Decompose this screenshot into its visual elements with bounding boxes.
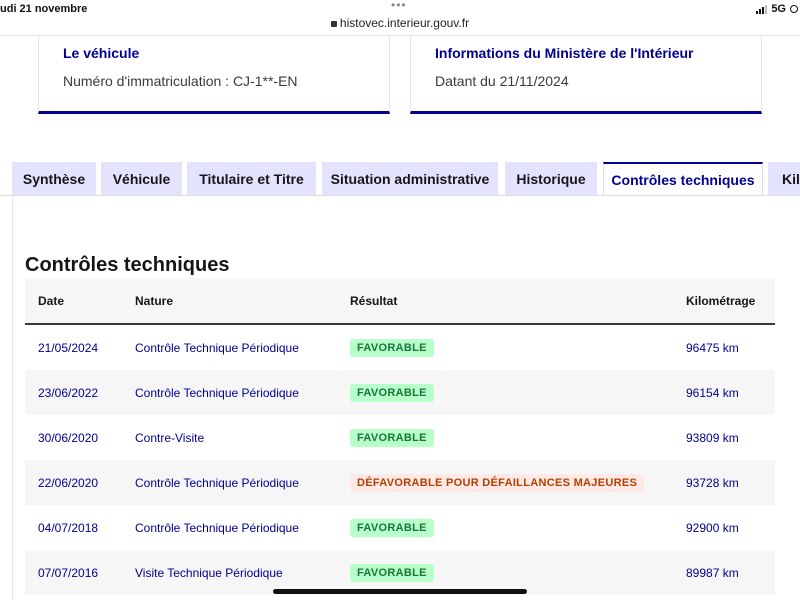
row-date: 04/07/2018 bbox=[38, 520, 99, 535]
result-badge: FAVORABLE bbox=[350, 338, 434, 357]
row-date: 22/06/2020 bbox=[38, 475, 99, 490]
result-badge: FAVORABLE bbox=[350, 563, 434, 582]
tab-historique[interactable]: Historique bbox=[505, 162, 597, 195]
row-nature: Contrôle Technique Périodique bbox=[135, 520, 299, 535]
lock-icon bbox=[330, 21, 337, 27]
row-result: DÉFAVORABLE POUR DÉFAILLANCES MAJEURES bbox=[350, 460, 645, 505]
result-badge: FAVORABLE bbox=[350, 518, 434, 537]
row-nature: Visite Technique Périodique bbox=[135, 565, 283, 580]
header-mileage: Kilométrage bbox=[686, 293, 756, 308]
location-icon bbox=[790, 5, 798, 13]
result-badge: DÉFAVORABLE POUR DÉFAILLANCES MAJEURES bbox=[350, 473, 645, 492]
technical-controls-table: Date Nature Résultat Kilométrage 21/05/2… bbox=[25, 278, 775, 595]
row-result: FAVORABLE bbox=[350, 370, 434, 415]
tab-kilometrage[interactable]: Kil bbox=[768, 162, 800, 195]
row-mileage: 89987 km bbox=[686, 565, 739, 580]
tab-bar: Synthèse Véhicule Titulaire et Titre Sit… bbox=[0, 162, 800, 195]
data-date: Datant du 21/11/2024 bbox=[435, 73, 569, 89]
registration-number: Numéro d'immatriculation : CJ-1**-EN bbox=[63, 73, 298, 89]
signal-icon bbox=[756, 4, 768, 14]
header-date: Date bbox=[38, 293, 65, 308]
panel-border bbox=[12, 195, 13, 600]
vehicle-card-title: Le véhicule bbox=[63, 45, 140, 61]
result-badge: FAVORABLE bbox=[350, 383, 434, 402]
row-result: FAVORABLE bbox=[350, 505, 434, 550]
tab-situation-administrative[interactable]: Situation administrative bbox=[322, 162, 498, 195]
row-result: FAVORABLE bbox=[350, 415, 434, 460]
row-date: 21/05/2024 bbox=[38, 340, 99, 355]
row-mileage: 96475 km bbox=[686, 340, 739, 355]
row-nature: Contrôle Technique Périodique bbox=[135, 385, 299, 400]
result-badge: FAVORABLE bbox=[350, 428, 434, 447]
table-row: 22/06/2020 Contrôle Technique Périodique… bbox=[25, 460, 775, 505]
row-mileage: 96154 km bbox=[686, 385, 739, 400]
url-text: histovec.interieur.gouv.fr bbox=[339, 16, 470, 30]
section-title: Contrôles techniques bbox=[25, 254, 230, 276]
header-result: Résultat bbox=[350, 293, 398, 308]
row-date: 30/06/2020 bbox=[38, 430, 99, 445]
row-date: 23/06/2022 bbox=[38, 385, 99, 400]
status-indicators: 5G bbox=[756, 3, 798, 15]
row-nature: Contrôle Technique Périodique bbox=[135, 340, 299, 355]
row-mileage: 92900 km bbox=[686, 520, 739, 535]
table-row: 30/06/2020 Contre-Visite FAVORABLE 93809… bbox=[25, 415, 775, 460]
ministry-card: Informations du Ministère de l'Intérieur… bbox=[410, 36, 762, 114]
tab-underline bbox=[0, 195, 800, 196]
ministry-card-title: Informations du Ministère de l'Intérieur bbox=[435, 45, 694, 61]
more-dots-icon[interactable]: ••• bbox=[391, 0, 407, 12]
row-mileage: 93809 km bbox=[686, 430, 739, 445]
row-mileage: 93728 km bbox=[686, 475, 739, 490]
tab-synthese[interactable]: Synthèse bbox=[12, 162, 96, 195]
address-bar[interactable]: histovec.interieur.gouv.fr bbox=[0, 16, 800, 30]
table-row: 21/05/2024 Contrôle Technique Périodique… bbox=[25, 325, 775, 370]
vehicle-card: Le véhicule Numéro d'immatriculation : C… bbox=[38, 36, 390, 114]
table-row: 04/07/2018 Contrôle Technique Périodique… bbox=[25, 505, 775, 550]
home-indicator[interactable] bbox=[273, 589, 527, 594]
network-label: 5G bbox=[771, 3, 786, 15]
tab-titulaire-titre[interactable]: Titulaire et Titre bbox=[187, 162, 316, 195]
status-date: udi 21 novembre bbox=[0, 3, 88, 15]
row-nature: Contre-Visite bbox=[135, 430, 205, 445]
table-row: 23/06/2022 Contrôle Technique Périodique… bbox=[25, 370, 775, 415]
tab-vehicule[interactable]: Véhicule bbox=[101, 162, 182, 195]
row-result: FAVORABLE bbox=[350, 325, 434, 370]
table-header: Date Nature Résultat Kilométrage bbox=[25, 278, 775, 325]
row-date: 07/07/2016 bbox=[38, 565, 99, 580]
header-nature: Nature bbox=[135, 293, 174, 308]
row-nature: Contrôle Technique Périodique bbox=[135, 475, 299, 490]
tab-controles-techniques[interactable]: Contrôles techniques bbox=[603, 162, 763, 195]
